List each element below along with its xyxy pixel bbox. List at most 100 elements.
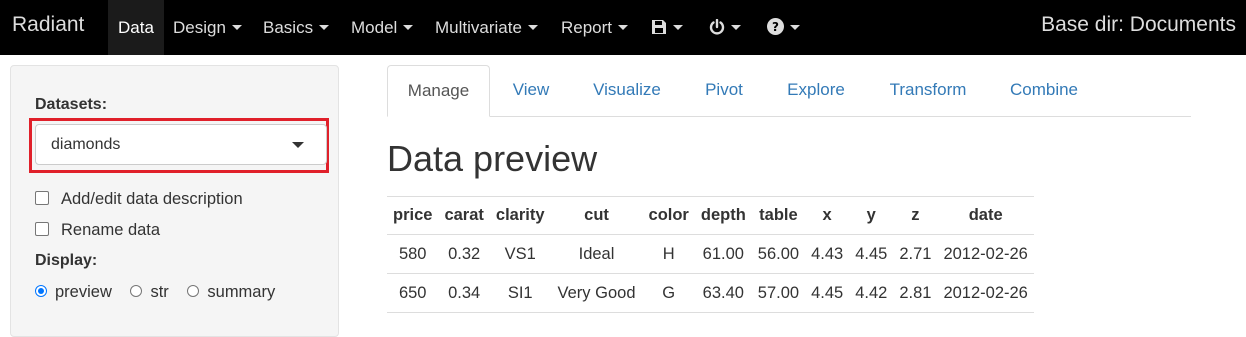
radio-str[interactable] [130,285,143,298]
radio-str-label: str [150,283,169,301]
tab-view-label: View [512,80,550,99]
add-description-option[interactable]: Add/edit data description [35,190,243,209]
table-cell: 2012-02-26 [937,234,1034,274]
tab-combine[interactable]: Combine [996,65,1092,116]
display-option-preview[interactable]: preview [35,283,112,302]
table-cell: 2.81 [893,273,938,313]
nav-save[interactable] [651,0,683,55]
add-description-label: Add/edit data description [61,190,243,208]
table-cell: 61.00 [694,234,752,274]
radio-summary[interactable] [187,285,200,298]
help-icon: ? [767,18,784,36]
radio-preview[interactable] [35,285,47,298]
chevron-down-icon [790,25,800,31]
nav-report[interactable]: Report [561,0,629,55]
chevron-down-icon [231,25,242,31]
nav-multivariate-label: Multivariate [435,18,522,37]
dataset-select[interactable]: diamonds [35,124,327,165]
table-cell: 580 [387,234,439,274]
tab-view[interactable]: View [495,65,567,116]
add-description-checkbox[interactable] [35,191,49,206]
table-cell: H [642,234,695,274]
table-header-row: price carat clarity cut color depth tabl… [387,196,1034,235]
table-cell: 4.43 [805,234,850,274]
tab-explore-label: Explore [787,80,845,99]
table-cell: 56.00 [751,234,806,274]
nav-multivariate[interactable]: Multivariate [435,0,538,55]
nav-data[interactable]: Data [108,0,164,55]
table-row: 580 0.32 VS1 Ideal H 61.00 56.00 4.43 4.… [387,234,1034,274]
column-header-z[interactable]: z [893,196,938,235]
table-cell: Very Good [550,273,643,313]
display-option-str[interactable]: str [130,283,169,302]
column-header-clarity[interactable]: clarity [489,196,551,235]
dataset-select-value: diamonds [51,136,121,153]
display-radio-group: preview str summary [35,283,289,302]
display-option-summary[interactable]: summary [187,283,275,302]
table-cell: 4.42 [849,273,894,313]
chevron-down-icon [673,25,683,31]
tab-visualize[interactable]: Visualize [579,65,675,116]
column-header-carat[interactable]: carat [438,196,490,235]
table-cell: VS1 [489,234,551,274]
table-cell: 4.45 [805,273,850,313]
display-label: Display: [35,252,98,269]
column-header-date[interactable]: date [937,196,1034,235]
nav-model[interactable]: Model [351,0,414,55]
nav-data-label: Data [118,18,154,37]
nav-model-label: Model [351,18,398,37]
nav-help[interactable]: ? [767,0,800,55]
table-cell: 4.45 [849,234,894,274]
sidebar-panel: Datasets: diamonds Add/edit data descrip… [10,65,339,337]
nav-power[interactable] [709,0,741,55]
nav-design[interactable]: Design [173,0,242,55]
column-header-y[interactable]: y [849,196,894,235]
brand-title[interactable]: Radiant [12,13,84,37]
table-cell: Ideal [550,234,643,274]
table-cell: 650 [387,273,439,313]
column-header-table[interactable]: table [751,196,806,235]
table-cell: 0.34 [438,273,490,313]
datasets-label: Datasets: [35,96,108,113]
chevron-down-icon [731,25,741,31]
nav-basics[interactable]: Basics [263,0,330,55]
tab-pivot[interactable]: Pivot [687,65,761,116]
tab-explore[interactable]: Explore [773,65,859,116]
chevron-down-icon [403,25,414,31]
save-icon [652,19,666,34]
nav-design-label: Design [173,18,226,37]
tab-pivot-label: Pivot [705,80,743,99]
radio-summary-label: summary [207,283,276,301]
column-header-x[interactable]: x [805,196,850,235]
base-dir: Base dir: Documents [1041,13,1236,36]
tab-visualize-label: Visualize [593,80,661,99]
tab-bar: Manage View Visualize Pivot Explore Tran… [387,65,1191,117]
column-header-depth[interactable]: depth [694,196,752,235]
table-cell: 63.40 [694,273,752,313]
column-header-color[interactable]: color [642,196,695,235]
rename-data-checkbox[interactable] [35,222,49,237]
column-header-price[interactable]: price [387,196,439,235]
nav-report-label: Report [561,18,613,37]
chevron-down-icon [292,142,304,148]
tab-manage-label: Manage [407,81,470,100]
table-cell: SI1 [489,273,551,313]
svg-text:?: ? [772,20,779,34]
tab-manage[interactable]: Manage [387,65,490,117]
table-row: 650 0.34 SI1 Very Good G 63.40 57.00 4.4… [387,273,1034,313]
table-cell: G [642,273,695,313]
table-cell: 0.32 [438,234,490,274]
table-cell: 2.71 [893,234,938,274]
column-header-cut[interactable]: cut [550,196,643,235]
navbar: Radiant Data Design Basics Model Multiva… [0,0,1246,55]
rename-data-label: Rename data [61,221,161,239]
tab-transform[interactable]: Transform [873,65,983,116]
rename-data-option[interactable]: Rename data [35,221,160,240]
data-preview-table: price carat clarity cut color depth tabl… [387,196,1034,313]
table-cell: 2012-02-26 [937,273,1034,313]
chevron-down-icon [319,25,330,31]
tab-combine-label: Combine [1009,80,1079,99]
nav-basics-label: Basics [263,18,314,37]
power-icon [709,18,725,35]
table-cell: 57.00 [751,273,806,313]
